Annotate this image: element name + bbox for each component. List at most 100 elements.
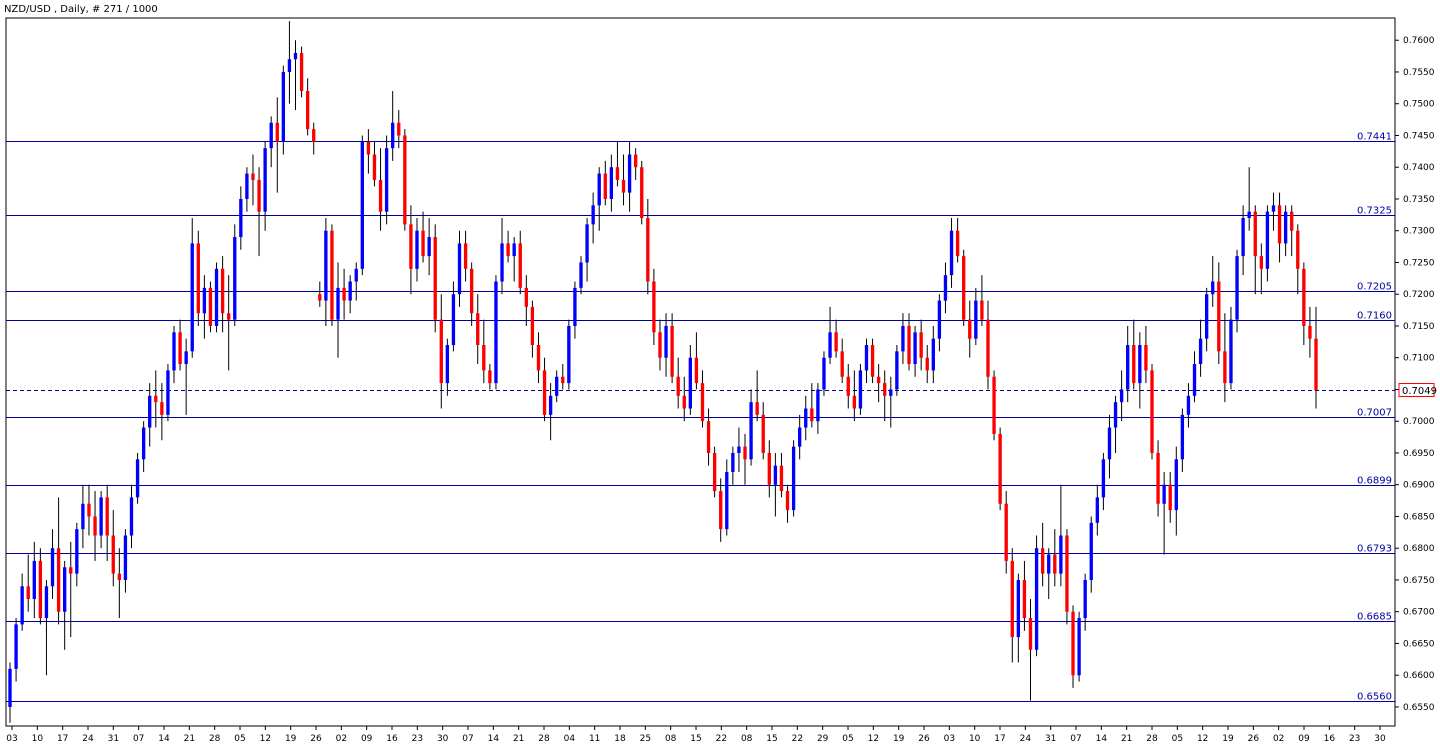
time-axis: 03 10 17 24 31 07 14 21 28 05 12 19 26 02 09 16 23 30 07 14… (6, 726, 1386, 744)
x-tick-label: 30 (437, 734, 449, 744)
bull-candle (44, 586, 49, 619)
bear-candle (378, 179, 383, 212)
y-tick-label: 0.7150 (1403, 322, 1435, 332)
bear-candle (876, 376, 881, 384)
bear-candle (767, 452, 771, 485)
bull-candle (773, 465, 778, 485)
bear-candle (998, 433, 1002, 504)
bear-candle (518, 243, 522, 288)
x-tick-label: 14 (1096, 734, 1108, 744)
y-tick-label: 0.7500 (1403, 100, 1435, 110)
bull-candle (864, 345, 869, 371)
bear-candle (706, 421, 711, 453)
bear-candle (652, 281, 656, 333)
bull-candle (804, 408, 808, 428)
bull-candle (1047, 554, 1051, 574)
x-tick-label: 21 (513, 734, 524, 744)
bear-candle (846, 376, 850, 396)
bear-candle (154, 395, 158, 403)
bear-candle (676, 376, 680, 396)
bull-candle (263, 148, 267, 212)
bear-candle (1053, 554, 1057, 574)
x-tick-label: 14 (158, 734, 170, 744)
bull-candle (822, 357, 826, 390)
bear-candle (980, 300, 984, 320)
bear-candle (1156, 452, 1160, 504)
bull-candle (1265, 211, 1270, 269)
x-tick-label: 26 (310, 734, 322, 744)
bull-candle (828, 332, 832, 358)
bear-candle (785, 491, 790, 511)
x-tick-label: 02 (336, 734, 347, 744)
x-tick-label: 07 (133, 734, 144, 744)
current-price-label: 0.7049 (1402, 386, 1437, 397)
bear-candle (1308, 325, 1312, 339)
bear-candle (251, 173, 255, 180)
bear-candle (482, 345, 486, 371)
bear-candle (87, 503, 91, 517)
bear-candle (220, 268, 225, 314)
bear-candle (1132, 345, 1136, 384)
bear-candle (640, 167, 644, 219)
bear-candle (421, 230, 425, 257)
bull-candle (457, 243, 462, 295)
plot-area[interactable] (5, 17, 1396, 727)
bear-candle (603, 173, 607, 199)
bull-candle (123, 535, 128, 580)
bull-candle (445, 345, 450, 384)
y-tick-label: 0.7250 (1403, 258, 1435, 268)
bull-candle (415, 230, 419, 269)
bull-candle (202, 287, 207, 314)
bull-candle (8, 668, 12, 707)
bull-candle (135, 459, 140, 498)
x-tick-label: 12 (260, 734, 271, 744)
bear-candle (433, 237, 437, 320)
y-tick-label: 0.7200 (1403, 290, 1435, 300)
bull-candle (354, 268, 358, 282)
bear-candle (1277, 205, 1282, 244)
bull-candle (451, 294, 456, 346)
bear-candle (1022, 579, 1027, 619)
x-tick-label: 26 (1248, 734, 1260, 744)
x-tick-label: 30 (1374, 734, 1386, 744)
bull-candle (427, 237, 431, 257)
bear-candle (506, 243, 510, 257)
bear-candle (719, 491, 723, 530)
bull-candle (324, 230, 328, 301)
chart-title: NZD/USD , Daily, # 271 / 1000 (4, 4, 158, 15)
x-tick-label: 23 (412, 734, 423, 744)
bear-candle (1150, 370, 1154, 453)
bear-candle (883, 383, 887, 396)
bear-candle (670, 325, 674, 377)
bear-candle (1296, 230, 1300, 269)
bull-candle (1241, 218, 1245, 257)
bear-candle (962, 256, 966, 320)
bull-candle (943, 275, 948, 301)
x-tick-label: 21 (184, 734, 195, 744)
bear-candle (1040, 548, 1045, 574)
bull-candle (1204, 294, 1209, 339)
bull-candle (791, 446, 796, 511)
bull-candle (1229, 319, 1233, 384)
bear-candle (712, 452, 717, 492)
bull-candle (1271, 205, 1276, 212)
x-tick-label: 18 (614, 734, 626, 744)
bull-candle (731, 452, 735, 473)
candlestick-chart[interactable]: 0.7441 0.7325 0.7205 0.7160 0.7007 0.6899 0.67… (0, 0, 1440, 750)
bull-candle (148, 395, 152, 428)
bull-candle (141, 427, 146, 460)
y-tick-label: 0.6800 (1403, 544, 1435, 554)
bear-candle (330, 230, 334, 320)
bull-candle (889, 389, 893, 396)
level-label: 0.6560 (1357, 692, 1392, 703)
bull-candle (190, 243, 194, 352)
bull-candle (391, 122, 395, 149)
x-tick-label: 07 (462, 734, 473, 744)
x-tick-label: 16 (1324, 734, 1336, 744)
x-tick-label: 15 (766, 734, 777, 744)
bull-candle (512, 243, 516, 257)
bull-candle (1174, 459, 1178, 511)
bull-candle (1162, 484, 1166, 504)
bear-candle (469, 268, 474, 314)
bear-candle (1259, 256, 1264, 269)
